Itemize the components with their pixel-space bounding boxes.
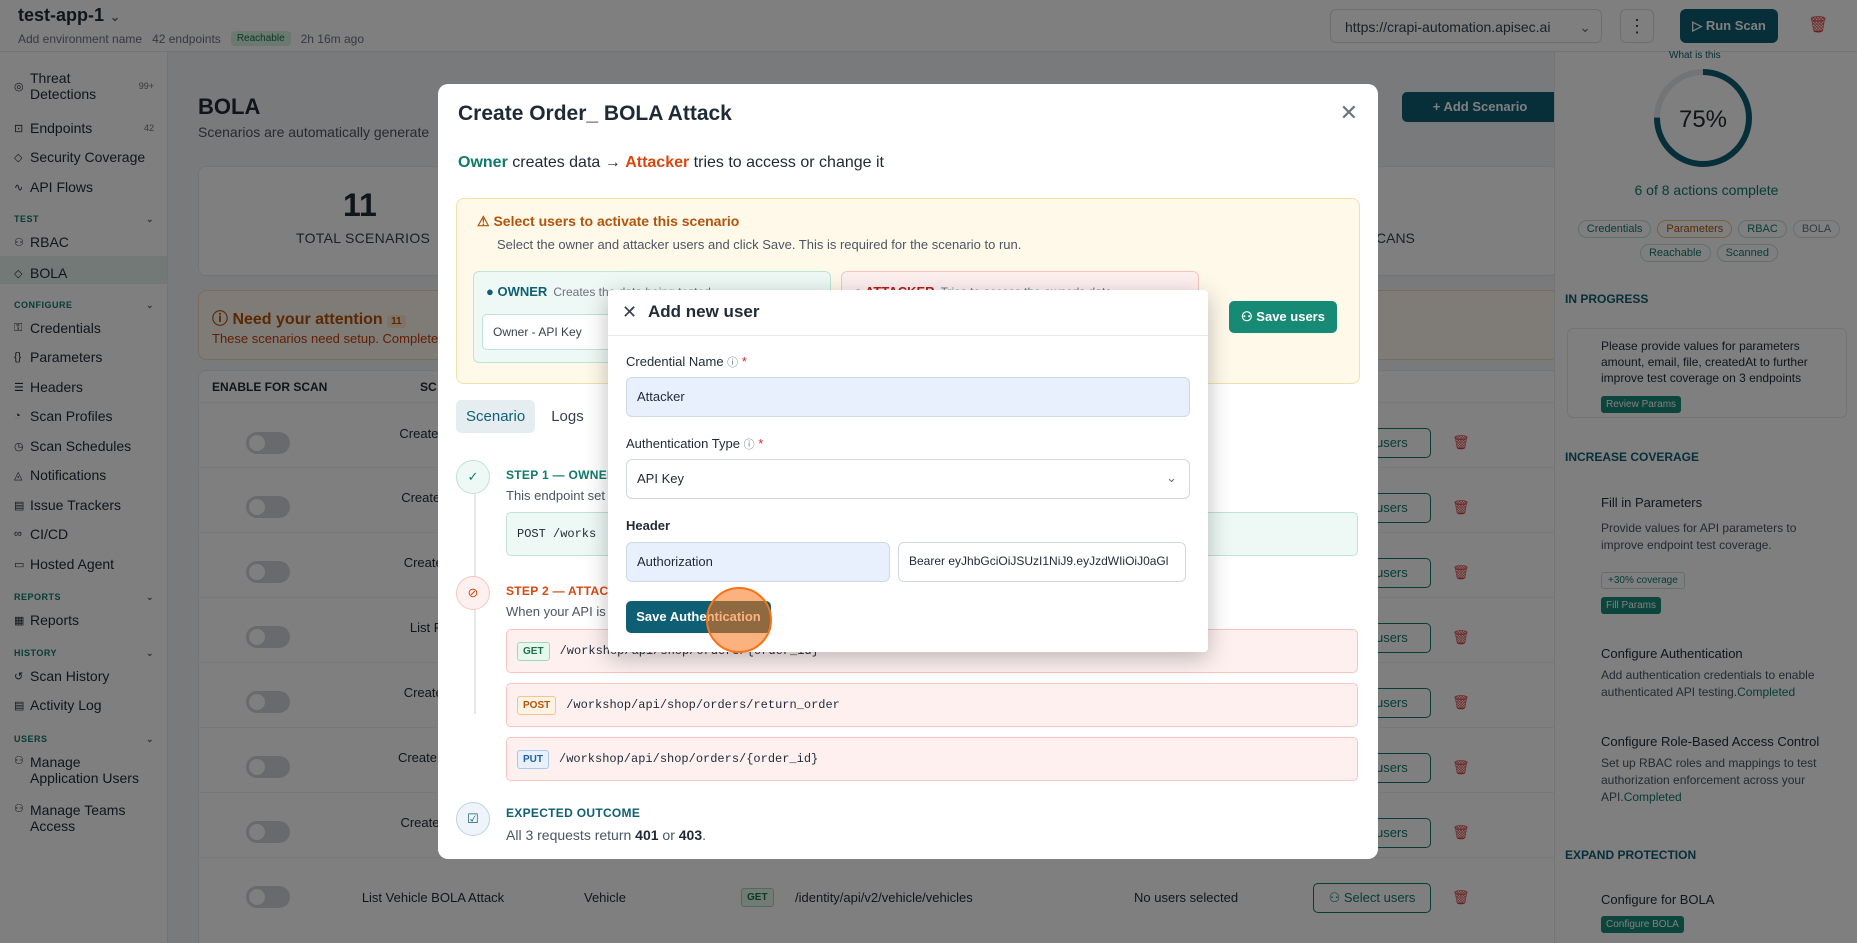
- attack-request: PUT/workshop/api/shop/orders/{order_id}: [506, 737, 1358, 781]
- tab-scenario[interactable]: Scenario: [456, 400, 536, 433]
- auth-type-label: Authentication Type ⓘ *: [626, 436, 764, 451]
- attack-request: POST/workshop/api/shop/orders/return_ord…: [506, 683, 1358, 727]
- scenario-modal-title: Create Order_ BOLA Attack: [458, 102, 732, 125]
- credential-name-input[interactable]: Attacker: [626, 377, 1190, 417]
- click-indicator: [706, 587, 772, 653]
- header-label: Header: [626, 518, 671, 533]
- header-key-input[interactable]: Authorization: [626, 542, 890, 582]
- shield-check-icon: ✓: [456, 460, 490, 494]
- method-badge: GET: [517, 641, 550, 661]
- scenario-description: Owner creates data → Attacker tries to a…: [458, 154, 884, 171]
- add-user-dialog: ✕ Add new user Credential Name ⓘ * Attac…: [608, 290, 1208, 652]
- select-users-title: ⚠ Select users to activate this scenario: [477, 213, 740, 229]
- request-path: /workshop/api/shop/orders/{order_id}: [559, 752, 819, 766]
- divider: [608, 335, 1208, 336]
- info-icon: ⓘ: [743, 439, 755, 451]
- step1-label: STEP 1 — OWNER: [506, 468, 616, 482]
- expected-outcome-label: EXPECTED OUTCOME: [506, 806, 641, 820]
- step2-label: STEP 2 — ATTACK: [506, 584, 618, 598]
- method-badge: PUT: [517, 749, 549, 769]
- shield-off-icon: ⊘: [456, 576, 490, 610]
- step2-description: When your API is: [506, 604, 606, 619]
- chevron-down-icon: ⌄: [1166, 470, 1177, 485]
- info-icon: ⓘ: [727, 357, 739, 369]
- tab-logs[interactable]: Logs: [541, 400, 594, 433]
- auth-type-select[interactable]: API Key ⌄: [626, 459, 1190, 499]
- request-path: /workshop/api/shop/orders/return_order: [566, 698, 840, 712]
- save-users-button[interactable]: ⚇ Save users: [1229, 301, 1337, 333]
- add-user-title: Add new user: [648, 302, 760, 321]
- scenario-tabs: Scenario Logs: [456, 400, 594, 433]
- close-icon[interactable]: ✕: [622, 302, 637, 323]
- method-badge: POST: [517, 695, 557, 715]
- expected-outcome-text: All 3 requests return 401 or 403.: [506, 827, 707, 843]
- credential-name-label: Credential Name ⓘ *: [626, 354, 747, 369]
- close-icon[interactable]: ✕: [1340, 100, 1358, 126]
- select-users-subtitle: Select the owner and attacker users and …: [497, 237, 1022, 252]
- header-value-input[interactable]: Bearer eyJhbGciOiJSUzI1NiJ9.eyJzdWIiOiJ0…: [898, 542, 1186, 582]
- checklist-icon: ☑: [456, 802, 490, 836]
- step1-description: This endpoint set: [506, 488, 606, 503]
